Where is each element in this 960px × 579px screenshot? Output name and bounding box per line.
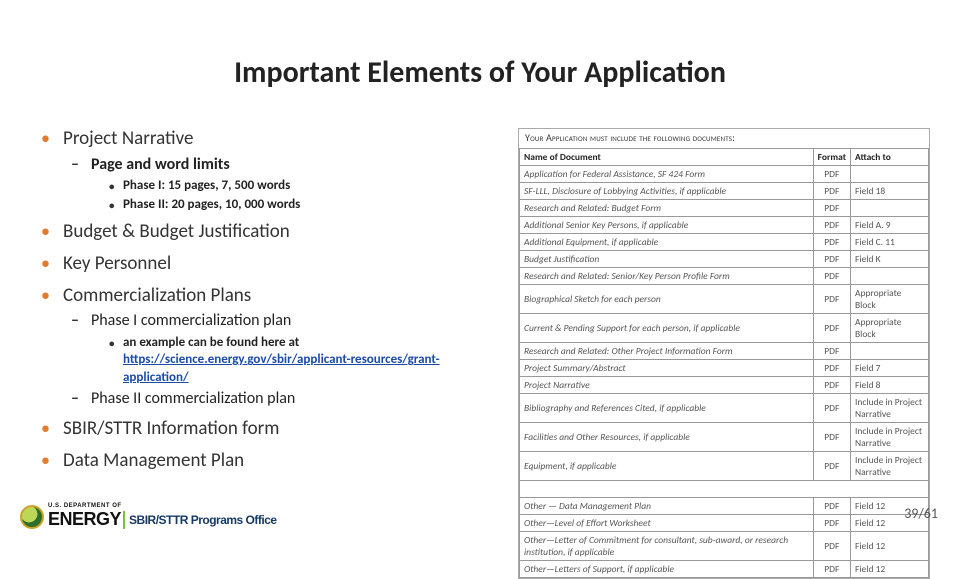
table-row: Research and Related: Budget FormPDF [520,200,929,217]
cell-attach: Field 18 [851,183,929,200]
cell-format: PDF [813,423,850,452]
cell-doc: Other—Letter of Commitment for consultan… [520,532,814,561]
cell-attach: Field 12 [851,561,929,578]
logo-energy-text: ENERGY SBIR/STTR Programs Office [48,509,277,530]
cell-format: PDF [813,234,850,251]
bullet-info-form: SBIR/STTR Information form [35,416,485,442]
bullet-key-personnel: Key Personnel [35,251,485,277]
cell-format: PDF [813,377,850,394]
cell-format: PDF [813,343,850,360]
table-row: Other—Letter of Commitment for consultan… [520,532,929,561]
slide: Important Elements of Your Application P… [0,0,960,540]
cell-doc: Equipment, if applicable [520,452,814,481]
bullet-dmp: Data Management Plan [35,448,485,474]
cell-doc: Project Narrative [520,377,814,394]
table-row: Current & Pending Support for each perso… [520,314,929,343]
cell-attach: Field 7 [851,360,929,377]
table-row: Additional Equipment, if applicablePDFFi… [520,234,929,251]
bullet-phase2-plan: Phase II commercialization plan [71,388,485,410]
th-name: Name of Document [520,149,814,166]
bullet-phase1-limit: Phase I: 15 pages, 7, 500 words [109,177,485,195]
table-row: SF-LLL, Disclosure of Lobbying Activitie… [520,183,929,200]
table-header-row: Name of Document Format Attach to [520,149,929,166]
cell-attach: Field C. 11 [851,234,929,251]
cell-doc: Bibliography and References Cited, if ap… [520,394,814,423]
cell-format: PDF [813,360,850,377]
cell-attach: Appropriate Block [851,314,929,343]
cell-attach [851,343,929,360]
cell-format: PDF [813,251,850,268]
table-row: Research and Related: Other Project Info… [520,343,929,360]
cell-format: PDF [813,285,850,314]
cell-attach: Include in Project Narrative [851,394,929,423]
cell-attach: Include in Project Narrative [851,423,929,452]
example-link[interactable]: https://science.energy.gov/sbir/applican… [123,352,440,385]
cell-doc: Research and Related: Senior/Key Person … [520,268,814,285]
bullet-phase2-limit: Phase II: 20 pages, 10, 000 words [109,196,485,214]
cell-doc: Facilities and Other Resources, if appli… [520,423,814,452]
cell-format: PDF [813,200,850,217]
table-row: Bibliography and References Cited, if ap… [520,394,929,423]
cell-doc: Research and Related: Budget Form [520,200,814,217]
doe-logo: U.S. DEPARTMENT OF ENERGY SBIR/STTR Prog… [20,503,277,530]
cell-attach [851,166,929,183]
cell-format: PDF [813,314,850,343]
table-row: Project Summary/AbstractPDFField 7 [520,360,929,377]
table-row: Research and Related: Senior/Key Person … [520,268,929,285]
table-row: Other—Letters of Support, if applicableP… [520,561,929,578]
cell-attach: Appropriate Block [851,285,929,314]
cell-format: PDF [813,217,850,234]
cell-attach: Field A. 9 [851,217,929,234]
cell-format: PDF [813,166,850,183]
cell-doc: Additional Senior Key Persons, if applic… [520,217,814,234]
table-row: Equipment, if applicablePDFInclude in Pr… [520,452,929,481]
cell-format: PDF [813,452,850,481]
th-attach: Attach to [851,149,929,166]
bullet-example: an example can be found here at https://… [109,334,485,387]
bullet-commercialization: Commercialization Plans [35,283,485,309]
bullet-budget: Budget & Budget Justification [35,219,485,245]
table-row: Application for Federal Assistance, SF 4… [520,166,929,183]
cell-attach: Include in Project Narrative [851,452,929,481]
cell-doc: Project Summary/Abstract [520,360,814,377]
bullet-page-word-limits: Page and word limits [71,154,485,176]
cell-attach [851,200,929,217]
bullet-project-narrative: Project Narrative [35,126,485,152]
bullet-outline: Project Narrative Page and word limits P… [35,120,485,475]
table-row: Additional Senior Key Persons, if applic… [520,217,929,234]
cell-attach: Field 12 [851,532,929,561]
cell-doc: Additional Equipment, if applicable [520,234,814,251]
cell-doc: Biographical Sketch for each person [520,285,814,314]
table-row: Project NarrativePDFField 8 [520,377,929,394]
page-title: Important Elements of Your Application [0,54,960,91]
cell-doc: Application for Federal Assistance, SF 4… [520,166,814,183]
cell-format: PDF [813,561,850,578]
table-caption: Your Application must include the follow… [519,129,929,148]
cell-doc: Current & Pending Support for each perso… [520,314,814,343]
table-row: Biographical Sketch for each personPDFAp… [520,285,929,314]
cell-attach: Field K [851,251,929,268]
cell-attach [851,268,929,285]
program-name: SBIR/STTR Programs Office [129,513,277,527]
bullet-phase1-plan: Phase I commercialization plan [71,310,485,332]
th-format: Format [813,149,850,166]
cell-doc: Research and Related: Other Project Info… [520,343,814,360]
table-row: Budget JustificationPDFField K [520,251,929,268]
bullet-example-intro: an example can be found here at [123,335,299,350]
doe-seal-icon [20,505,44,529]
cell-doc: SF-LLL, Disclosure of Lobbying Activitie… [520,183,814,200]
cell-format: PDF [813,394,850,423]
cell-doc: Other—Letters of Support, if applicable [520,561,814,578]
table-row: Facilities and Other Resources, if appli… [520,423,929,452]
footer: U.S. DEPARTMENT OF ENERGY SBIR/STTR Prog… [0,490,960,530]
logo-bar-icon [123,511,125,529]
cell-doc: Budget Justification [520,251,814,268]
cell-format: PDF [813,532,850,561]
cell-format: PDF [813,183,850,200]
page-number: 39/61 [904,505,938,522]
cell-attach: Field 8 [851,377,929,394]
cell-format: PDF [813,268,850,285]
